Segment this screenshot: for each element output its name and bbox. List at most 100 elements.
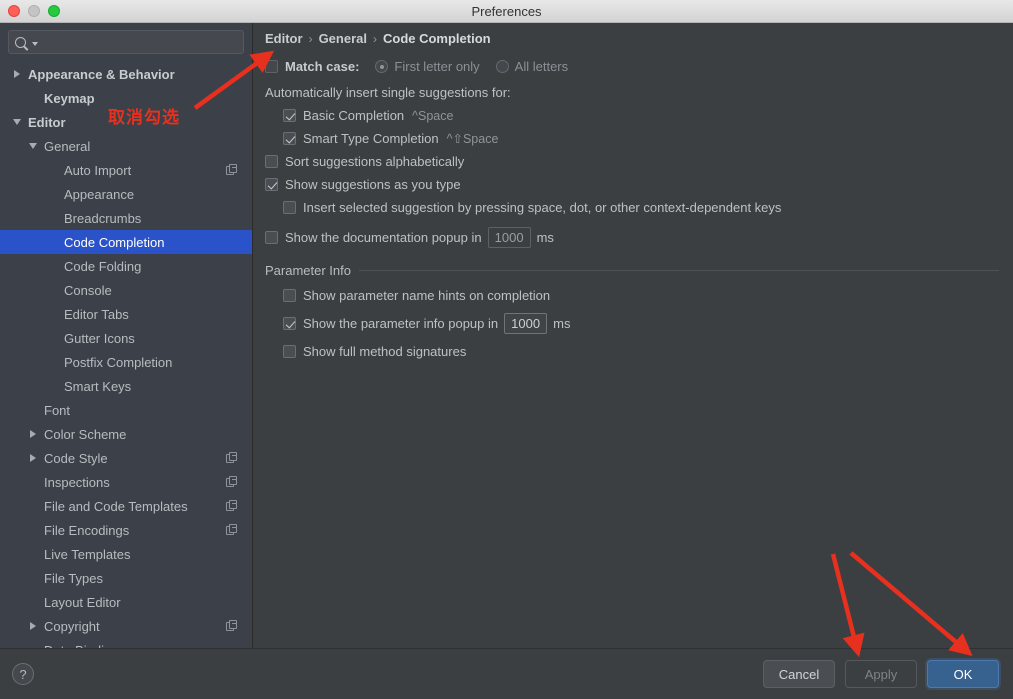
sidebar-item-label: Console xyxy=(64,283,252,298)
chevron-right-icon[interactable] xyxy=(26,430,39,438)
sidebar-item-color-scheme[interactable]: Color Scheme xyxy=(0,422,252,446)
param-info-delay-input[interactable]: 1000 xyxy=(504,313,547,334)
close-button[interactable] xyxy=(8,5,20,17)
smart-type-completion-checkbox[interactable] xyxy=(283,132,296,145)
ok-button[interactable]: OK xyxy=(927,660,999,688)
search-icon xyxy=(15,37,26,48)
param-info-popup-checkbox[interactable] xyxy=(283,317,296,330)
param-name-hints-checkbox[interactable] xyxy=(283,289,296,302)
chevron-right-icon[interactable] xyxy=(10,70,23,78)
chevron-down-icon[interactable] xyxy=(32,42,38,46)
minimize-button[interactable] xyxy=(28,5,40,17)
param-info-popup-label: Show the parameter info popup in xyxy=(303,316,498,331)
help-button[interactable]: ? xyxy=(12,663,34,685)
sidebar-item-appearance-behavior[interactable]: Appearance & Behavior xyxy=(0,62,252,86)
sidebar-item-label: Code Completion xyxy=(64,235,252,250)
basic-completion-label: Basic Completion xyxy=(303,108,404,123)
window-title: Preferences xyxy=(471,4,541,19)
doc-popup-checkbox[interactable] xyxy=(265,231,278,244)
breadcrumb-separator-icon: › xyxy=(373,32,377,46)
copy-settings-icon xyxy=(226,500,238,512)
sidebar-item-file-and-code-templates[interactable]: File and Code Templates xyxy=(0,494,252,518)
sidebar-item-general[interactable]: General xyxy=(0,134,252,158)
sidebar-item-label: Auto Import xyxy=(64,163,226,178)
sidebar-item-postfix-completion[interactable]: Postfix Completion xyxy=(0,350,252,374)
full-method-signatures-checkbox[interactable] xyxy=(283,345,296,358)
sidebar-item-label: Appearance & Behavior xyxy=(28,67,252,82)
show-suggestions-checkbox[interactable] xyxy=(265,178,278,191)
chevron-right-icon[interactable] xyxy=(26,622,39,630)
sidebar-item-keymap[interactable]: Keymap xyxy=(0,86,252,110)
dialog-actions: Cancel Apply OK xyxy=(763,660,999,688)
chevron-down-icon[interactable] xyxy=(26,143,39,149)
sidebar-item-copyright[interactable]: Copyright xyxy=(0,614,252,638)
param-info-popup-row: Show the parameter info popup in 1000 ms xyxy=(263,312,999,335)
sidebar-item-gutter-icons[interactable]: Gutter Icons xyxy=(0,326,252,350)
first-letter-only-label: First letter only xyxy=(394,59,479,74)
section-divider xyxy=(359,270,999,271)
chevron-right-icon[interactable] xyxy=(26,454,39,462)
settings-detail-panel: Editor › General › Code Completion Match… xyxy=(253,23,1013,648)
sidebar-item-label: Inspections xyxy=(44,475,226,490)
smart-type-completion-label: Smart Type Completion xyxy=(303,131,439,146)
param-info-popup-unit: ms xyxy=(553,316,570,331)
sidebar-item-breadcrumbs[interactable]: Breadcrumbs xyxy=(0,206,252,230)
match-case-checkbox[interactable] xyxy=(265,60,278,73)
sidebar-item-appearance[interactable]: Appearance xyxy=(0,182,252,206)
sidebar-item-code-style[interactable]: Code Style xyxy=(0,446,252,470)
sidebar-item-inspections[interactable]: Inspections xyxy=(0,470,252,494)
sort-suggestions-row: Sort suggestions alphabetically xyxy=(263,150,999,173)
apply-button[interactable]: Apply xyxy=(845,660,917,688)
sidebar-item-label: Live Templates xyxy=(44,547,252,562)
sidebar-item-label: File Encodings xyxy=(44,523,226,538)
basic-completion-row: Basic Completion ^Space xyxy=(263,104,999,127)
doc-popup-delay-input[interactable]: 1000 xyxy=(488,227,531,248)
parameter-info-heading: Parameter Info xyxy=(265,263,351,278)
zoom-button[interactable] xyxy=(48,5,60,17)
smart-type-completion-row: Smart Type Completion ^⇧Space xyxy=(263,127,999,150)
sidebar-item-auto-import[interactable]: Auto Import xyxy=(0,158,252,182)
sidebar-item-smart-keys[interactable]: Smart Keys xyxy=(0,374,252,398)
sidebar-item-code-folding[interactable]: Code Folding xyxy=(0,254,252,278)
breadcrumb-item-general[interactable]: General xyxy=(319,31,367,46)
insert-selected-suggestion-row: Insert selected suggestion by pressing s… xyxy=(263,196,999,219)
sidebar-item-layout-editor[interactable]: Layout Editor xyxy=(0,590,252,614)
search-container xyxy=(0,23,252,60)
cancel-button[interactable]: Cancel xyxy=(763,660,835,688)
settings-tree[interactable]: Appearance & Behavior KeymapEditorGeneral… xyxy=(0,60,252,648)
insert-selected-suggestion-label: Insert selected suggestion by pressing s… xyxy=(303,200,781,215)
sidebar-item-editor[interactable]: Editor xyxy=(0,110,252,134)
sidebar-item-font[interactable]: Font xyxy=(0,398,252,422)
sidebar-item-label: Breadcrumbs xyxy=(64,211,252,226)
sidebar-item-label: Code Style xyxy=(44,451,226,466)
all-letters-radio[interactable] xyxy=(496,60,509,73)
sidebar-item-data-binding[interactable]: Data Binding xyxy=(0,638,252,648)
full-method-signatures-row: Show full method signatures xyxy=(263,340,999,363)
insert-selected-suggestion-checkbox[interactable] xyxy=(283,201,296,214)
breadcrumb-item-editor[interactable]: Editor xyxy=(265,31,303,46)
smart-type-completion-shortcut: ^⇧Space xyxy=(447,131,499,146)
sidebar-item-file-encodings[interactable]: File Encodings xyxy=(0,518,252,542)
traffic-lights xyxy=(8,5,60,17)
sort-suggestions-checkbox[interactable] xyxy=(265,155,278,168)
sidebar-item-label: Layout Editor xyxy=(44,595,252,610)
sidebar-item-live-templates[interactable]: Live Templates xyxy=(0,542,252,566)
search-input[interactable] xyxy=(8,30,244,54)
settings-sidebar: Appearance & Behavior KeymapEditorGeneral… xyxy=(0,23,253,648)
copy-settings-icon xyxy=(226,620,238,632)
param-name-hints-label: Show parameter name hints on completion xyxy=(303,288,550,303)
sidebar-item-console[interactable]: Console xyxy=(0,278,252,302)
sidebar-item-editor-tabs[interactable]: Editor Tabs xyxy=(0,302,252,326)
first-letter-only-radio[interactable] xyxy=(375,60,388,73)
sidebar-item-label: Postfix Completion xyxy=(64,355,252,370)
sidebar-item-label: File Types xyxy=(44,571,252,586)
window-title-bar: Preferences xyxy=(0,0,1013,23)
sidebar-item-code-completion[interactable]: Code Completion xyxy=(0,230,252,254)
breadcrumb-item-code-completion: Code Completion xyxy=(383,31,491,46)
sidebar-item-file-types[interactable]: File Types xyxy=(0,566,252,590)
sidebar-item-label: File and Code Templates xyxy=(44,499,226,514)
sidebar-item-label: Editor Tabs xyxy=(64,307,252,322)
chevron-down-icon[interactable] xyxy=(10,119,23,125)
basic-completion-checkbox[interactable] xyxy=(283,109,296,122)
all-letters-label: All letters xyxy=(515,59,568,74)
